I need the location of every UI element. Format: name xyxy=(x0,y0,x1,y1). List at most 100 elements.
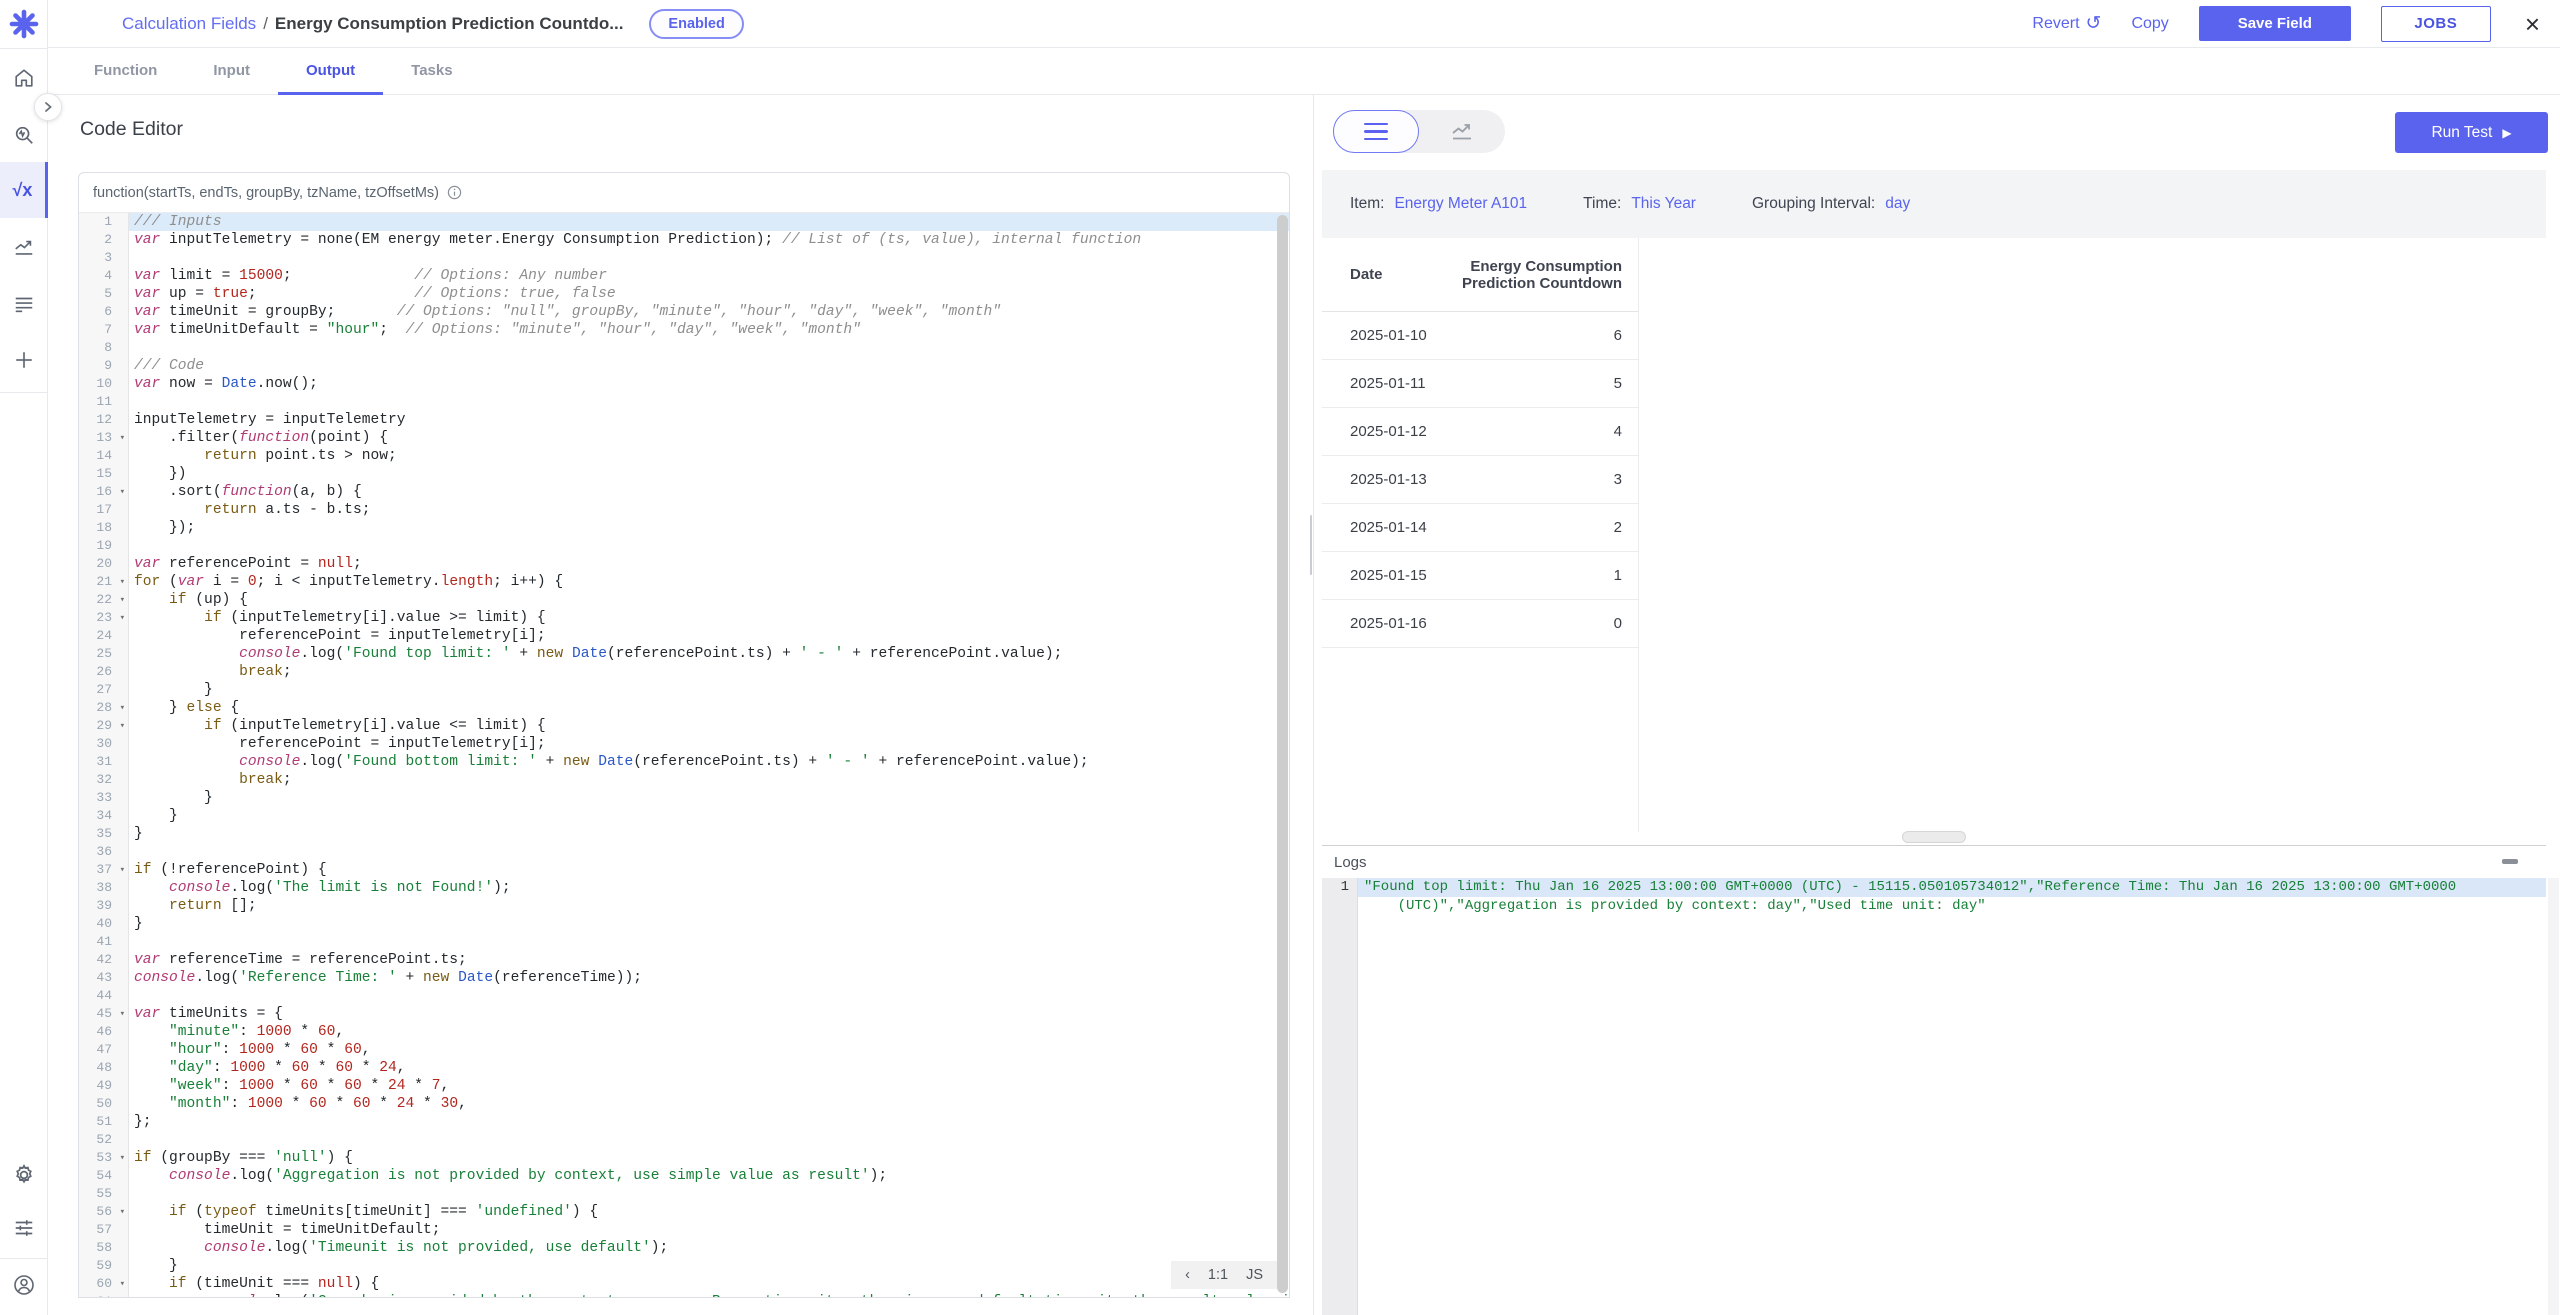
code-line[interactable]: 9/// Code xyxy=(79,357,1289,375)
code-line[interactable]: 26 break; xyxy=(79,663,1289,681)
code-line[interactable]: 40} xyxy=(79,915,1289,933)
home-icon[interactable] xyxy=(0,58,48,98)
code-line[interactable]: 6var timeUnit = groupBy; // Options: "nu… xyxy=(79,303,1289,321)
code-line[interactable]: 41 xyxy=(79,933,1289,951)
code-line[interactable]: 17 return a.ts - b.ts; xyxy=(79,501,1289,519)
code-line[interactable]: 14 return point.ts > now; xyxy=(79,447,1289,465)
context-value[interactable]: This Year xyxy=(1631,195,1696,213)
code-line[interactable]: 32 break; xyxy=(79,771,1289,789)
fold-arrow-icon[interactable]: ▾ xyxy=(120,591,125,609)
revert-button[interactable]: Revert ↺ xyxy=(2032,12,2101,35)
fold-arrow-icon[interactable]: ▾ xyxy=(120,1275,125,1293)
code-line[interactable]: 10var now = Date.now(); xyxy=(79,375,1289,393)
code-line[interactable]: 2var inputTelemetry = none(EM energy met… xyxy=(79,231,1289,249)
code-line[interactable]: 21▾for (var i = 0; i < inputTelemetry.le… xyxy=(79,573,1289,591)
copy-button[interactable]: Copy xyxy=(2131,15,2168,33)
code-line[interactable]: 15 }) xyxy=(79,465,1289,483)
fold-arrow-icon[interactable]: ▾ xyxy=(120,1149,125,1167)
fold-arrow-icon[interactable]: ▾ xyxy=(120,1203,125,1221)
logs-scrollbar-track[interactable] xyxy=(2548,878,2559,1315)
code-line[interactable]: 45▾var timeUnits = { xyxy=(79,1005,1289,1023)
code-line[interactable]: 23▾ if (inputTelemetry[i].value >= limit… xyxy=(79,609,1289,627)
code-editor[interactable]: function(startTs, endTs, groupBy, tzName… xyxy=(78,172,1290,1298)
code-line[interactable]: 37▾if (!referencePoint) { xyxy=(79,861,1289,879)
table-view-toggle[interactable] xyxy=(1333,110,1419,153)
code-line[interactable]: 13▾ .filter(function(point) { xyxy=(79,429,1289,447)
code-line[interactable]: 61 console.log('Groupby is provided by t… xyxy=(79,1293,1289,1297)
code-line[interactable]: 29▾ if (inputTelemetry[i].value <= limit… xyxy=(79,717,1289,735)
code-line[interactable]: 30 referencePoint = inputTelemetry[i]; xyxy=(79,735,1289,753)
minimize-logs-icon[interactable] xyxy=(2502,859,2518,864)
code-line[interactable]: 8 xyxy=(79,339,1289,357)
code-line[interactable]: 56▾ if (typeof timeUnits[timeUnit] === '… xyxy=(79,1203,1289,1221)
code-line[interactable]: 44 xyxy=(79,987,1289,1005)
editor-scrollbar[interactable] xyxy=(1277,215,1288,1293)
fold-arrow-icon[interactable]: ▾ xyxy=(120,861,125,879)
context-value[interactable]: day xyxy=(1885,195,1910,213)
code-lines[interactable]: 1/// Inputs2var inputTelemetry = none(EM… xyxy=(79,213,1289,1297)
chart-view-toggle[interactable] xyxy=(1419,110,1505,153)
breadcrumb-calculation-fields[interactable]: Calculation Fields xyxy=(122,14,256,34)
fold-arrow-icon[interactable]: ▾ xyxy=(120,573,125,591)
code-line[interactable]: 4var limit = 15000; // Options: Any numb… xyxy=(79,267,1289,285)
code-line[interactable]: 36 xyxy=(79,843,1289,861)
fold-arrow-icon[interactable]: ▾ xyxy=(120,699,125,717)
code-line[interactable]: 28▾ } else { xyxy=(79,699,1289,717)
fold-arrow-icon[interactable]: ▾ xyxy=(120,483,125,501)
panel-resize-handle[interactable] xyxy=(1310,515,1312,575)
save-field-button[interactable]: Save Field xyxy=(2199,6,2351,41)
code-line[interactable]: 39 return []; xyxy=(79,897,1289,915)
code-line[interactable]: 1/// Inputs xyxy=(79,213,1289,231)
code-line[interactable]: 19 xyxy=(79,537,1289,555)
user-avatar-icon[interactable] xyxy=(0,1265,48,1305)
code-line[interactable]: 22▾ if (up) { xyxy=(79,591,1289,609)
fold-arrow-icon[interactable]: ▾ xyxy=(120,1005,125,1023)
code-line[interactable]: 7var timeUnitDefault = "hour"; // Option… xyxy=(79,321,1289,339)
code-line[interactable]: 54 console.log('Aggregation is not provi… xyxy=(79,1167,1289,1185)
code-line[interactable]: 25 console.log('Found top limit: ' + new… xyxy=(79,645,1289,663)
code-line[interactable]: 48 "day": 1000 * 60 * 60 * 24, xyxy=(79,1059,1289,1077)
run-test-button[interactable]: Run Test ▶ xyxy=(2395,112,2548,153)
code-line[interactable]: 53▾if (groupBy === 'null') { xyxy=(79,1149,1289,1167)
code-line[interactable]: 20var referencePoint = null; xyxy=(79,555,1289,573)
info-icon[interactable] xyxy=(447,185,462,200)
code-line[interactable]: 49 "week": 1000 * 60 * 60 * 24 * 7, xyxy=(79,1077,1289,1095)
code-line[interactable]: 50 "month": 1000 * 60 * 60 * 24 * 30, xyxy=(79,1095,1289,1113)
list-icon[interactable] xyxy=(0,284,48,324)
code-line[interactable]: 34 } xyxy=(79,807,1289,825)
tab-tasks[interactable]: Tasks xyxy=(383,48,480,95)
jobs-button[interactable]: JOBS xyxy=(2381,6,2491,42)
trend-chart-icon[interactable] xyxy=(0,228,48,268)
code-line[interactable]: 57 timeUnit = timeUnitDefault; xyxy=(79,1221,1289,1239)
fold-arrow-icon[interactable]: ▾ xyxy=(120,717,125,735)
fold-arrow-icon[interactable]: ▾ xyxy=(120,429,125,447)
code-line[interactable]: 59 } xyxy=(79,1257,1289,1275)
code-line[interactable]: 58 console.log('Timeunit is not provided… xyxy=(79,1239,1289,1257)
code-line[interactable]: 12inputTelemetry = inputTelemetry xyxy=(79,411,1289,429)
code-line[interactable]: 31 console.log('Found bottom limit: ' + … xyxy=(79,753,1289,771)
add-plus-icon[interactable] xyxy=(0,340,48,380)
code-line[interactable]: 11 xyxy=(79,393,1289,411)
settings-gear-icon[interactable] xyxy=(0,1155,48,1195)
code-line[interactable]: 33 } xyxy=(79,789,1289,807)
code-line[interactable]: 51}; xyxy=(79,1113,1289,1131)
logs-resize-handle[interactable] xyxy=(1902,831,1966,843)
context-value[interactable]: Energy Meter A101 xyxy=(1394,195,1527,213)
code-line[interactable]: 18 }); xyxy=(79,519,1289,537)
fold-arrow-icon[interactable]: ▾ xyxy=(120,609,125,627)
logs-output[interactable]: 1"Found top limit: Thu Jan 16 2025 13:00… xyxy=(1322,878,2546,1315)
sidebar-item-calculation-fields-active[interactable]: √x xyxy=(0,162,48,218)
code-line[interactable]: 60▾ if (timeUnit === null) { xyxy=(79,1275,1289,1293)
code-line[interactable]: 47 "hour": 1000 * 60 * 60, xyxy=(79,1041,1289,1059)
code-line[interactable]: 5var up = true; // Options: true, false xyxy=(79,285,1289,303)
code-line[interactable]: 52 xyxy=(79,1131,1289,1149)
code-line[interactable]: 35} xyxy=(79,825,1289,843)
close-icon[interactable]: × xyxy=(2525,11,2540,37)
sidebar-expand-button[interactable] xyxy=(34,93,62,121)
code-line[interactable]: 24 referencePoint = inputTelemetry[i]; xyxy=(79,627,1289,645)
code-line[interactable]: 43console.log('Reference Time: ' + new D… xyxy=(79,969,1289,987)
code-line[interactable]: 42var referenceTime = referencePoint.ts; xyxy=(79,951,1289,969)
sliders-filter-icon[interactable] xyxy=(0,1208,48,1248)
code-line[interactable]: 46 "minute": 1000 * 60, xyxy=(79,1023,1289,1041)
tab-input[interactable]: Input xyxy=(185,48,278,95)
